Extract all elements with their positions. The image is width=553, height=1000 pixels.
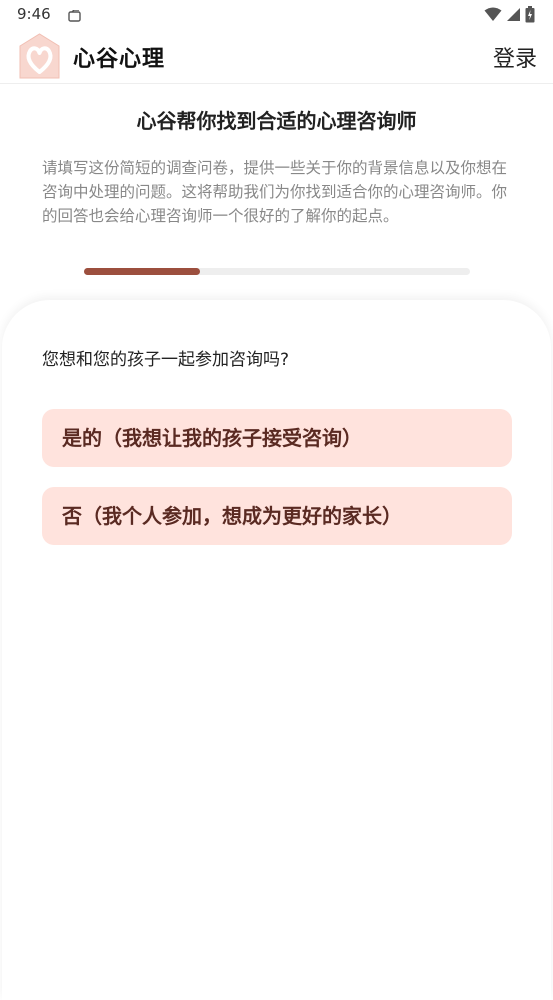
progress-fill — [84, 268, 200, 275]
page-title: 心谷帮你找到合适的心理咨询师 — [136, 109, 417, 133]
notification-icon — [68, 8, 82, 27]
question-card — [2, 300, 551, 1000]
progress-bar — [84, 268, 470, 275]
brand-name: 心谷心理 — [73, 47, 166, 72]
status-time: 9:46 — [17, 5, 51, 23]
option-no-button[interactable]: 否（我个人参加，想成为更好的家长） — [42, 487, 512, 545]
battery-icon — [525, 6, 535, 27]
app-header: 心谷心理 登录 — [0, 30, 553, 84]
app-logo[interactable] — [16, 32, 63, 80]
question-text: 您想和您的孩子一起参加咨询吗? — [42, 350, 290, 370]
login-button[interactable]: 登录 — [493, 41, 537, 73]
intro-description: 请填写这份简短的调查问卷，提供一些关于你的背景信息以及你想在咨询中处理的问题。这… — [42, 159, 508, 225]
option-yes-button[interactable]: 是的（我想让我的孩子接受咨询） — [42, 409, 512, 467]
status-bar: 9:46 — [0, 0, 553, 30]
wifi-icon — [484, 7, 502, 26]
signal-icon — [506, 7, 521, 26]
